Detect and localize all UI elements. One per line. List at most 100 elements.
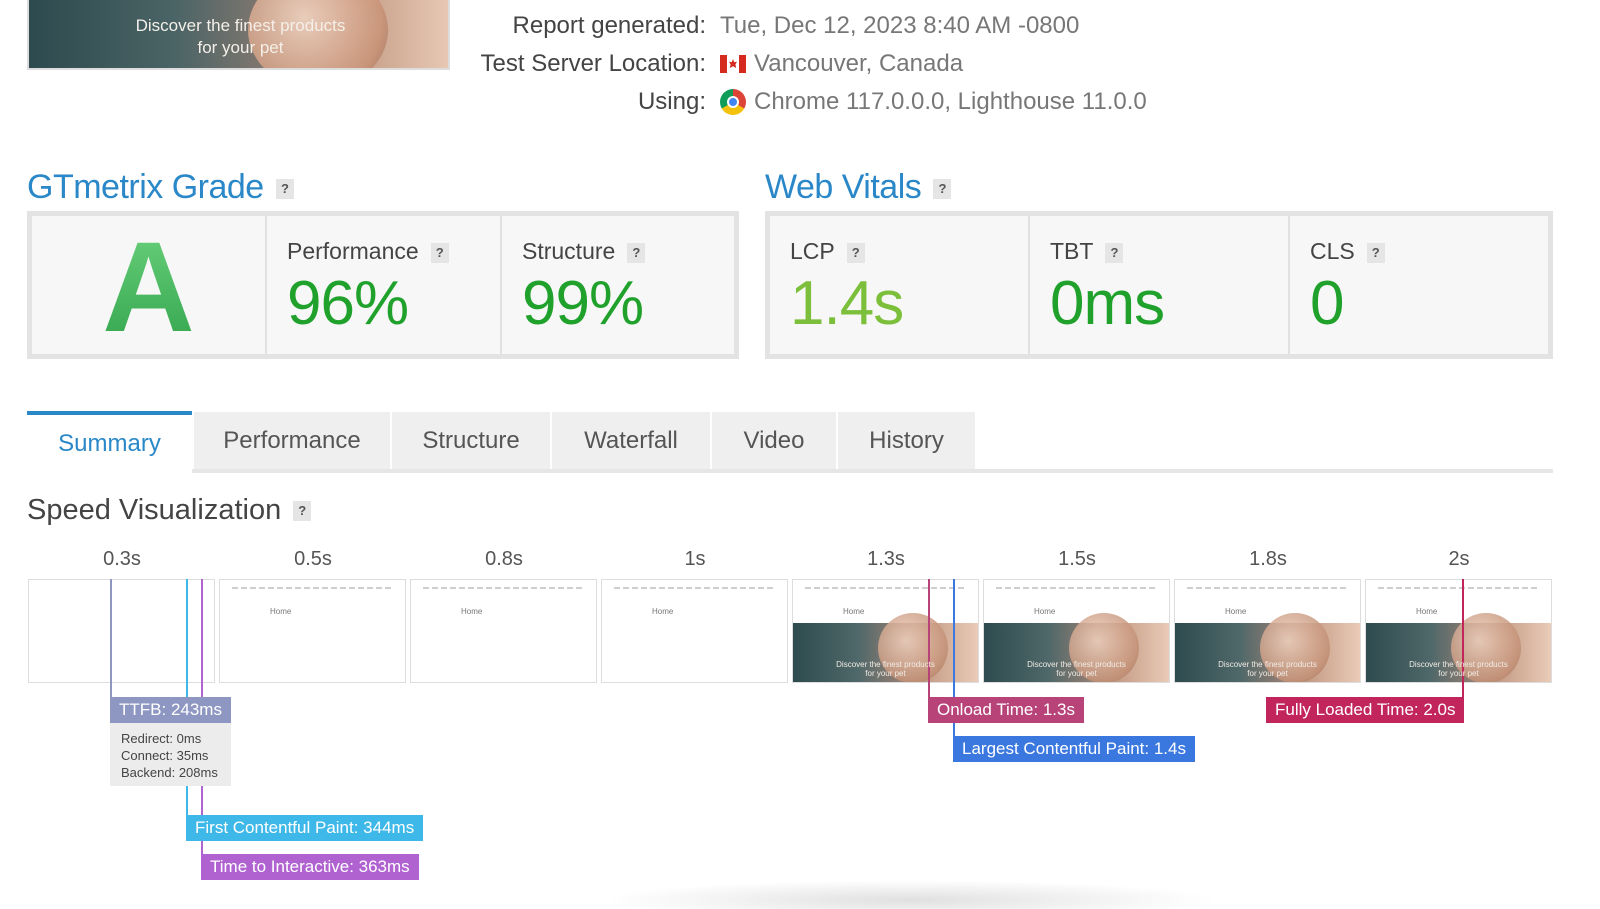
vitals-panel: LCP? 1.4s TBT? 0ms CLS? 0 bbox=[765, 211, 1553, 359]
canada-flag-icon bbox=[720, 55, 746, 73]
frame-caption-line-1: Discover the finest products bbox=[1218, 660, 1317, 669]
ttfb-redirect: Redirect: 0ms bbox=[121, 731, 202, 746]
frame-caption: Discover the finest products for your pet bbox=[793, 660, 978, 678]
frame-nav-line bbox=[614, 587, 775, 589]
timeline-tick: 0.3s bbox=[103, 548, 141, 570]
onload-marker-line bbox=[928, 579, 930, 699]
timeline-tick: 1.5s bbox=[1058, 548, 1096, 570]
performance-value: 96% bbox=[287, 269, 409, 338]
server-location-row: Test Server Location: Vancouver, Canada bbox=[0, 50, 1600, 82]
frame-home-text: Home bbox=[1034, 607, 1056, 616]
structure-label-wrap: Structure? bbox=[522, 238, 646, 265]
tab-performance[interactable]: Performance bbox=[194, 412, 390, 469]
timeline-tick: 0.8s bbox=[485, 548, 523, 570]
frame-caption-line-2: for your pet bbox=[865, 669, 906, 678]
server-location-value: Vancouver, Canada bbox=[754, 50, 964, 77]
ttfb-backend: Backend: 208ms bbox=[121, 765, 218, 780]
timeline-tick: 0.5s bbox=[294, 548, 332, 570]
frame-caption: Discover the finest products for your pet bbox=[984, 660, 1169, 678]
using-row: Using: Chrome 117.0.0.0, Lighthouse 11.0… bbox=[0, 88, 1600, 120]
frame-caption-line-1: Discover the finest products bbox=[1409, 660, 1508, 669]
tab-history[interactable]: History bbox=[838, 412, 975, 469]
structure-help-icon[interactable]: ? bbox=[627, 242, 646, 263]
tbt-help-icon[interactable]: ? bbox=[1105, 242, 1124, 263]
frame-caption: Discover the finest products for your pet bbox=[1175, 660, 1360, 678]
grade-letter: A bbox=[32, 214, 265, 361]
web-vitals-title: Web Vitals? bbox=[765, 168, 952, 207]
fcp-label[interactable]: First Contentful Paint: 344ms bbox=[186, 815, 424, 841]
performance-cell: Performance? 96% bbox=[267, 216, 502, 354]
filmstrip-frame[interactable]: Home Discover the finest products for you… bbox=[983, 579, 1170, 683]
fully-loaded-label[interactable]: Fully Loaded Time: 2.0s bbox=[1266, 697, 1465, 723]
ttfb-label[interactable]: TTFB: 243ms bbox=[110, 697, 231, 723]
tab-structure[interactable]: Structure bbox=[392, 412, 550, 469]
frame-home-text: Home bbox=[270, 607, 292, 616]
frame-nav-line bbox=[232, 587, 393, 589]
server-location-value-wrap: Vancouver, Canada bbox=[720, 50, 963, 78]
filmstrip-frame[interactable]: Home bbox=[410, 579, 597, 683]
cls-value: 0 bbox=[1310, 269, 1344, 338]
frame-nav-line bbox=[1378, 587, 1539, 589]
report-generated-value: Tue, Dec 12, 2023 8:40 AM -0800 bbox=[720, 12, 1080, 39]
grade-letter-cell: A bbox=[32, 216, 267, 359]
frame-home-text: Home bbox=[843, 607, 865, 616]
gtmetrix-grade-title-text: GTmetrix Grade bbox=[27, 168, 264, 206]
frame-home-text: Home bbox=[1416, 607, 1438, 616]
using-label: Using: bbox=[637, 88, 706, 115]
frame-nav-line bbox=[996, 587, 1157, 589]
tab-summary[interactable]: Summary bbox=[27, 411, 192, 473]
structure-label: Structure bbox=[522, 238, 616, 264]
performance-help-icon[interactable]: ? bbox=[430, 242, 449, 263]
cls-help-icon[interactable]: ? bbox=[1366, 242, 1385, 263]
vitals-help-icon[interactable]: ? bbox=[933, 179, 952, 200]
tbt-cell: TBT? 0ms bbox=[1030, 216, 1290, 354]
ttfb-connect: Connect: 35ms bbox=[121, 748, 209, 763]
speed-help-icon[interactable]: ? bbox=[293, 501, 312, 522]
report-generated-row: Report generated: Tue, Dec 12, 2023 8:40… bbox=[0, 12, 1600, 44]
onload-label[interactable]: Onload Time: 1.3s bbox=[928, 697, 1084, 723]
performance-label-wrap: Performance? bbox=[287, 238, 449, 265]
web-vitals-title-text: Web Vitals bbox=[765, 168, 922, 206]
lcp-label: LCP bbox=[790, 238, 835, 264]
timeline-tick: 1s bbox=[684, 548, 706, 570]
timeline-tick: 2s bbox=[1448, 548, 1470, 570]
filmstrip-frame[interactable]: Home Discover the finest products for you… bbox=[792, 579, 979, 683]
cls-label: CLS bbox=[1310, 238, 1355, 264]
fully-loaded-marker-line bbox=[1462, 579, 1464, 699]
decorative-shadow bbox=[600, 880, 1220, 909]
grade-panel: A Performance? 96% Structure? 99% bbox=[27, 211, 739, 359]
frame-caption-line-1: Discover the finest products bbox=[836, 660, 935, 669]
frame-caption-line-1: Discover the finest products bbox=[1027, 660, 1126, 669]
filmstrip-frame[interactable]: Home bbox=[601, 579, 788, 683]
chrome-icon bbox=[720, 89, 746, 115]
speed-visualization-title-text: Speed Visualization bbox=[27, 494, 282, 526]
timeline-tick: 1.8s bbox=[1249, 548, 1287, 570]
speed-visualization-title: Speed Visualization? bbox=[27, 494, 312, 527]
cls-cell: CLS? 0 bbox=[1290, 216, 1548, 354]
tbt-label-wrap: TBT? bbox=[1050, 238, 1124, 265]
frame-caption-line-2: for your pet bbox=[1438, 669, 1479, 678]
tab-waterfall[interactable]: Waterfall bbox=[552, 412, 710, 469]
tti-label[interactable]: Time to Interactive: 363ms bbox=[201, 854, 419, 880]
using-value-wrap: Chrome 117.0.0.0, Lighthouse 11.0.0 bbox=[720, 88, 1147, 116]
frame-caption-line-2: for your pet bbox=[1247, 669, 1288, 678]
report-generated-label: Report generated: bbox=[512, 12, 706, 39]
gtmetrix-grade-title: GTmetrix Grade? bbox=[27, 168, 294, 207]
frame-home-text: Home bbox=[652, 607, 674, 616]
report-tabs: Summary Performance Structure Waterfall … bbox=[27, 411, 1553, 473]
lcp-help-icon[interactable]: ? bbox=[846, 242, 865, 263]
grade-help-icon[interactable]: ? bbox=[275, 179, 294, 200]
filmstrip-frame[interactable]: Home Discover the finest products for you… bbox=[1365, 579, 1552, 683]
frame-home-text: Home bbox=[1225, 607, 1247, 616]
tbt-value: 0ms bbox=[1050, 269, 1165, 338]
filmstrip-frame[interactable]: Home Discover the finest products for you… bbox=[1174, 579, 1361, 683]
tab-video[interactable]: Video bbox=[712, 412, 836, 469]
cls-label-wrap: CLS? bbox=[1310, 238, 1385, 265]
lcp-value: 1.4s bbox=[790, 269, 904, 338]
server-location-label: Test Server Location: bbox=[480, 50, 706, 77]
filmstrip-frame[interactable]: Home bbox=[219, 579, 406, 683]
ttfb-detail-box: Redirect: 0ms Connect: 35ms Backend: 208… bbox=[110, 723, 231, 786]
frame-nav-line bbox=[805, 587, 966, 589]
lcp-marker-label[interactable]: Largest Contentful Paint: 1.4s bbox=[953, 736, 1195, 762]
lcp-cell: LCP? 1.4s bbox=[770, 216, 1030, 354]
